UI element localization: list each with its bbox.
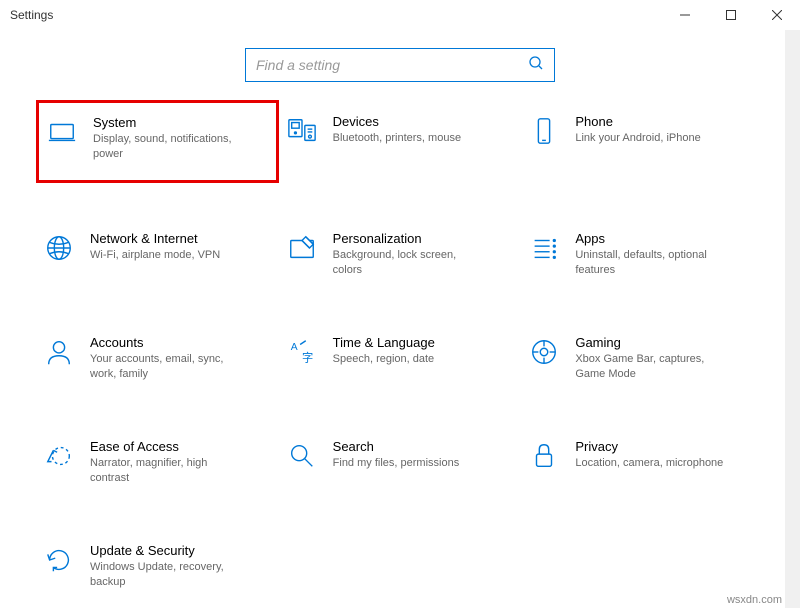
category-phone[interactable]: Phone Link your Android, iPhone <box>521 110 764 183</box>
tile-desc: Uninstall, defaults, optional features <box>575 248 725 278</box>
personalization-icon <box>285 231 319 265</box>
tile-text: Update & Security Windows Update, recover… <box>90 543 240 590</box>
network-icon <box>42 231 76 265</box>
tile-desc: Location, camera, microphone <box>575 456 723 471</box>
category-apps[interactable]: Apps Uninstall, defaults, optional featur… <box>521 227 764 287</box>
category-search[interactable]: Search Find my files, permissions <box>279 435 522 495</box>
tile-desc: Your accounts, email, sync, work, family <box>90 352 240 382</box>
category-time[interactable]: Time & Language Speech, region, date <box>279 331 522 391</box>
tile-desc: Wi-Fi, airplane mode, VPN <box>90 248 220 263</box>
tile-text: Personalization Background, lock screen, … <box>333 231 483 278</box>
tile-title: Apps <box>575 231 725 246</box>
privacy-icon <box>527 439 561 473</box>
tile-title: Update & Security <box>90 543 240 558</box>
window-title: Settings <box>10 8 53 22</box>
tile-desc: Xbox Game Bar, captures, Game Mode <box>575 352 725 382</box>
search-box[interactable] <box>245 48 555 82</box>
tile-title: Phone <box>575 114 700 129</box>
tile-desc: Windows Update, recovery, backup <box>90 560 240 590</box>
tile-text: Network & Internet Wi-Fi, airplane mode, … <box>90 231 220 263</box>
tile-title: Time & Language <box>333 335 435 350</box>
tile-title: Devices <box>333 114 461 129</box>
tile-title: Accounts <box>90 335 240 350</box>
tile-title: Personalization <box>333 231 483 246</box>
search-input[interactable] <box>256 57 528 73</box>
category-privacy[interactable]: Privacy Location, camera, microphone <box>521 435 764 495</box>
accounts-icon <box>42 335 76 369</box>
tile-desc: Bluetooth, printers, mouse <box>333 131 461 146</box>
watermark: wsxdn.com <box>727 594 782 606</box>
devices-icon <box>285 114 319 148</box>
category-personalization[interactable]: Personalization Background, lock screen, … <box>279 227 522 287</box>
category-update[interactable]: Update & Security Windows Update, recover… <box>36 539 279 599</box>
phone-icon <box>527 114 561 148</box>
category-ease[interactable]: Ease of Access Narrator, magnifier, high … <box>36 435 279 495</box>
search-icon <box>528 55 544 76</box>
category-gaming[interactable]: Gaming Xbox Game Bar, captures, Game Mode <box>521 331 764 391</box>
search-container <box>0 48 800 82</box>
settings-grid: System Display, sound, notifications, pow… <box>0 110 800 599</box>
window-controls <box>662 0 800 30</box>
tile-text: Gaming Xbox Game Bar, captures, Game Mode <box>575 335 725 382</box>
tile-desc: Narrator, magnifier, high contrast <box>90 456 240 486</box>
time-icon <box>285 335 319 369</box>
apps-icon <box>527 231 561 265</box>
tile-desc: Find my files, permissions <box>333 456 460 471</box>
gaming-icon <box>527 335 561 369</box>
tile-desc: Speech, region, date <box>333 352 435 367</box>
ease-icon <box>42 439 76 473</box>
tile-desc: Link your Android, iPhone <box>575 131 700 146</box>
scrollbar[interactable] <box>785 30 800 608</box>
close-button[interactable] <box>754 0 800 30</box>
tile-desc: Display, sound, notifications, power <box>93 132 243 162</box>
tile-text: Accounts Your accounts, email, sync, work… <box>90 335 240 382</box>
tile-text: System Display, sound, notifications, pow… <box>93 115 243 162</box>
tile-text: Ease of Access Narrator, magnifier, high … <box>90 439 240 486</box>
category-accounts[interactable]: Accounts Your accounts, email, sync, work… <box>36 331 279 391</box>
tile-text: Phone Link your Android, iPhone <box>575 114 700 146</box>
tile-text: Apps Uninstall, defaults, optional featur… <box>575 231 725 278</box>
update-icon <box>42 543 76 577</box>
category-system[interactable]: System Display, sound, notifications, pow… <box>36 100 279 183</box>
tile-text: Search Find my files, permissions <box>333 439 460 471</box>
minimize-button[interactable] <box>662 0 708 30</box>
tile-title: Privacy <box>575 439 723 454</box>
category-devices[interactable]: Devices Bluetooth, printers, mouse <box>279 110 522 183</box>
tile-text: Privacy Location, camera, microphone <box>575 439 723 471</box>
tile-title: System <box>93 115 243 130</box>
tile-title: Ease of Access <box>90 439 240 454</box>
tile-title: Gaming <box>575 335 725 350</box>
search-icon <box>285 439 319 473</box>
system-icon <box>45 115 79 149</box>
maximize-button[interactable] <box>708 0 754 30</box>
tile-desc: Background, lock screen, colors <box>333 248 483 278</box>
tile-text: Time & Language Speech, region, date <box>333 335 435 367</box>
tile-title: Network & Internet <box>90 231 220 246</box>
tile-title: Search <box>333 439 460 454</box>
category-network[interactable]: Network & Internet Wi-Fi, airplane mode, … <box>36 227 279 287</box>
tile-text: Devices Bluetooth, printers, mouse <box>333 114 461 146</box>
